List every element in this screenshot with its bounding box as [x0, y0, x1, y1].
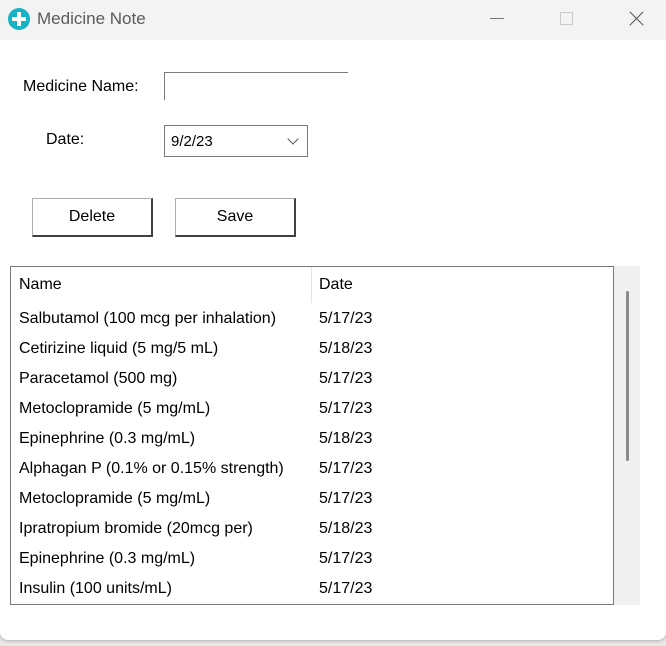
- item-name: Epinephrine (0.3 mg/mL): [19, 430, 196, 447]
- save-button[interactable]: Save: [175, 198, 296, 237]
- date-label: Date:: [46, 131, 85, 148]
- list-scrollbar[interactable]: [614, 266, 640, 605]
- list-item[interactable]: Paracetamol (500 mg) 5/17/23: [11, 365, 613, 395]
- medicine-list[interactable]: Name Date Salbutamol (100 mcg per inhala…: [10, 266, 614, 605]
- title-bar[interactable]: Medicine Note: [0, 0, 666, 40]
- list-item[interactable]: Insulin (100 units/mL) 5/17/23: [11, 575, 613, 604]
- list-item[interactable]: Metoclopramide (5 mg/mL) 5/17/23: [11, 485, 613, 515]
- item-date: 5/18/23: [319, 340, 373, 357]
- app-window: Medicine Note Medicine Name: Date: 9/2/2…: [0, 0, 666, 640]
- close-button[interactable]: [614, 0, 660, 40]
- item-name: Paracetamol (500 mg): [19, 370, 178, 387]
- maximize-button[interactable]: [543, 0, 589, 40]
- date-value: 9/2/23: [171, 133, 213, 150]
- delete-button[interactable]: Delete: [32, 198, 153, 237]
- scroll-thumb[interactable]: [626, 291, 629, 461]
- column-header-date[interactable]: Date: [319, 276, 353, 294]
- item-date: 5/18/23: [319, 430, 373, 447]
- minimize-button[interactable]: [474, 0, 520, 40]
- list-item[interactable]: Alphagan P (0.1% or 0.15% strength) 5/17…: [11, 455, 613, 485]
- list-item[interactable]: Salbutamol (100 mcg per inhalation) 5/17…: [11, 305, 613, 335]
- list-item[interactable]: Epinephrine (0.3 mg/mL) 5/17/23: [11, 545, 613, 575]
- item-name: Alphagan P (0.1% or 0.15% strength): [19, 460, 284, 477]
- date-picker[interactable]: 9/2/23: [164, 125, 308, 157]
- item-name: Metoclopramide (5 mg/mL): [19, 400, 211, 417]
- column-divider[interactable]: [311, 267, 312, 303]
- item-date: 5/17/23: [319, 400, 373, 417]
- list-item[interactable]: Metoclopramide (5 mg/mL) 5/17/23: [11, 395, 613, 425]
- item-date: 5/17/23: [319, 460, 373, 477]
- chevron-down-icon[interactable]: [287, 133, 299, 145]
- list-item[interactable]: Cetirizine liquid (5 mg/5 mL) 5/18/23: [11, 335, 613, 365]
- item-name: Metoclopramide (5 mg/mL): [19, 490, 211, 507]
- item-date: 5/18/23: [319, 520, 373, 537]
- item-date: 5/17/23: [319, 370, 373, 387]
- window-title: Medicine Note: [37, 9, 146, 28]
- column-header-name[interactable]: Name: [19, 276, 62, 294]
- list-item[interactable]: Ipratropium bromide (20mcg per) 5/18/23: [11, 515, 613, 545]
- medical-cross-icon: [8, 8, 30, 30]
- item-name: Insulin (100 units/mL): [19, 580, 172, 597]
- item-date: 5/17/23: [319, 550, 373, 567]
- item-name: Cetirizine liquid (5 mg/5 mL): [19, 340, 219, 357]
- item-name: Epinephrine (0.3 mg/mL): [19, 550, 196, 567]
- item-date: 5/17/23: [319, 310, 373, 327]
- item-name: Salbutamol (100 mcg per inhalation): [19, 310, 277, 327]
- medicine-name-label: Medicine Name:: [23, 78, 139, 95]
- item-name: Ipratropium bromide (20mcg per): [19, 520, 253, 537]
- item-date: 5/17/23: [319, 490, 373, 507]
- item-date: 5/17/23: [319, 580, 373, 597]
- list-header: Name Date: [11, 267, 613, 303]
- list-item[interactable]: Epinephrine (0.3 mg/mL) 5/18/23: [11, 425, 613, 455]
- medicine-name-input[interactable]: [164, 72, 348, 100]
